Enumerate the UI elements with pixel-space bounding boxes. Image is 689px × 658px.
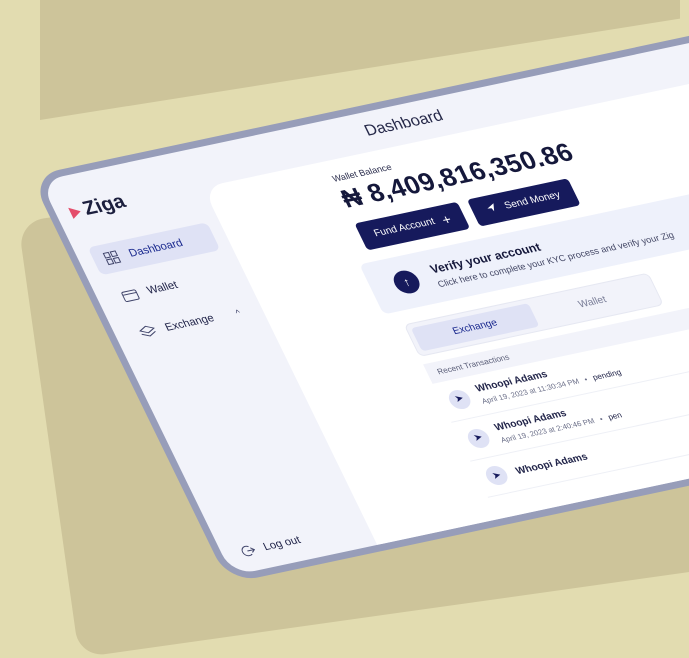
plus-icon: + [438, 210, 454, 228]
sidebar-item-label: Wallet [144, 279, 180, 297]
send-icon: ➤ [464, 426, 493, 450]
sidebar-item-label: Dashboard [126, 237, 185, 260]
logout-label: Log out [261, 534, 303, 554]
sidebar-item-label: Exchange [163, 312, 217, 334]
transaction-name: Whoopi Adams [513, 451, 590, 477]
send-icon: ➤ [482, 464, 512, 487]
dot-separator: • [597, 414, 605, 424]
transaction-status: pen [606, 410, 624, 422]
arrow-up-icon: ↑ [389, 268, 424, 296]
brand-logo[interactable]: Ziga [65, 177, 195, 224]
chevron-up-icon[interactable]: ^ [234, 308, 243, 318]
dot-separator: • [582, 374, 590, 384]
logout-icon [237, 543, 259, 559]
transaction-status: pending [590, 367, 623, 383]
wallet-icon [119, 287, 141, 303]
currency-symbol: ₦ [335, 181, 369, 214]
fund-account-label: Fund Account [372, 216, 437, 240]
send-icon: ➤ [445, 387, 474, 411]
layers-icon [137, 324, 159, 340]
brand-name: Ziga [79, 190, 130, 220]
send-icon [485, 202, 501, 216]
send-money-label: Send Money [502, 189, 563, 212]
logout-button[interactable]: Log out [237, 533, 303, 559]
page-title: Dashboard [361, 107, 447, 140]
logo-mark-icon [67, 205, 84, 219]
grid-icon [101, 250, 123, 266]
